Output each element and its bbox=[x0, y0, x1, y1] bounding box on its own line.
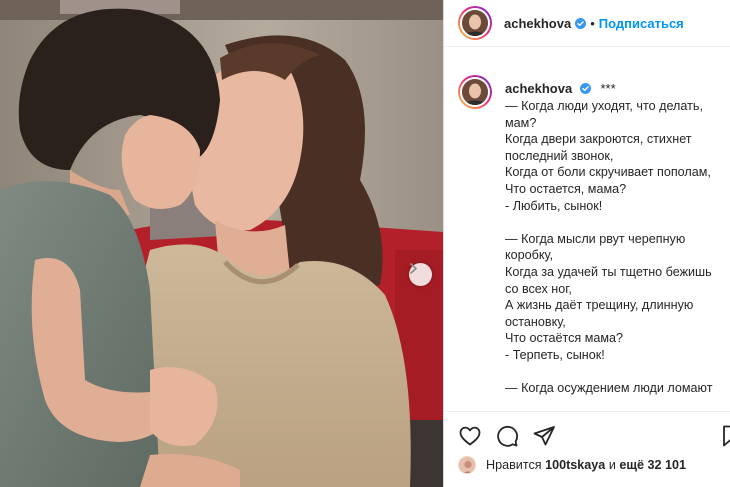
post-image bbox=[0, 0, 443, 487]
caption-author-line: achekhova *** bbox=[505, 81, 616, 96]
avatar-portrait-icon bbox=[462, 79, 488, 105]
caption-area: achekhova *** — Когда люди уходят, что д… bbox=[444, 71, 730, 411]
caption-prefix: *** bbox=[600, 81, 616, 96]
header-separator: • bbox=[590, 15, 595, 31]
likes-count[interactable]: ещё 32 101 bbox=[619, 458, 686, 472]
follow-button[interactable]: Подписаться bbox=[599, 16, 684, 31]
send-icon[interactable] bbox=[532, 424, 556, 448]
caption-author-username[interactable]: achekhova bbox=[505, 81, 572, 96]
post-sidebar: achekhova • Подписаться achekhova *** — … bbox=[443, 0, 730, 487]
post-photo[interactable] bbox=[0, 0, 443, 487]
avatar-portrait-icon bbox=[459, 457, 475, 473]
chevron-right-icon bbox=[410, 263, 417, 274]
next-image-button[interactable] bbox=[409, 263, 432, 286]
author-avatar[interactable] bbox=[458, 6, 492, 40]
likes-middle: и bbox=[608, 458, 616, 472]
verified-badge-icon bbox=[579, 83, 591, 94]
bookmark-icon[interactable] bbox=[719, 424, 730, 448]
comment-icon[interactable] bbox=[495, 424, 519, 448]
verified-badge-icon bbox=[575, 17, 587, 29]
caption-text: — Когда люди уходят, что делать, мам? Ко… bbox=[505, 99, 713, 396]
post-header: achekhova • Подписаться bbox=[444, 0, 730, 47]
instagram-post: achekhova • Подписаться achekhova *** — … bbox=[0, 0, 730, 487]
liker-username[interactable]: 100tskaya bbox=[545, 458, 605, 472]
author-username[interactable]: achekhova bbox=[504, 16, 571, 31]
liker-avatar[interactable] bbox=[458, 456, 476, 474]
action-bar bbox=[444, 411, 730, 457]
likes-prefix: Нравится bbox=[486, 458, 542, 472]
likes-summary: Нравится 100tskaya и ещё 32 101 bbox=[458, 456, 686, 474]
avatar-portrait-icon bbox=[462, 10, 488, 36]
heart-icon[interactable] bbox=[458, 424, 482, 448]
caption-author-avatar[interactable] bbox=[458, 75, 492, 109]
